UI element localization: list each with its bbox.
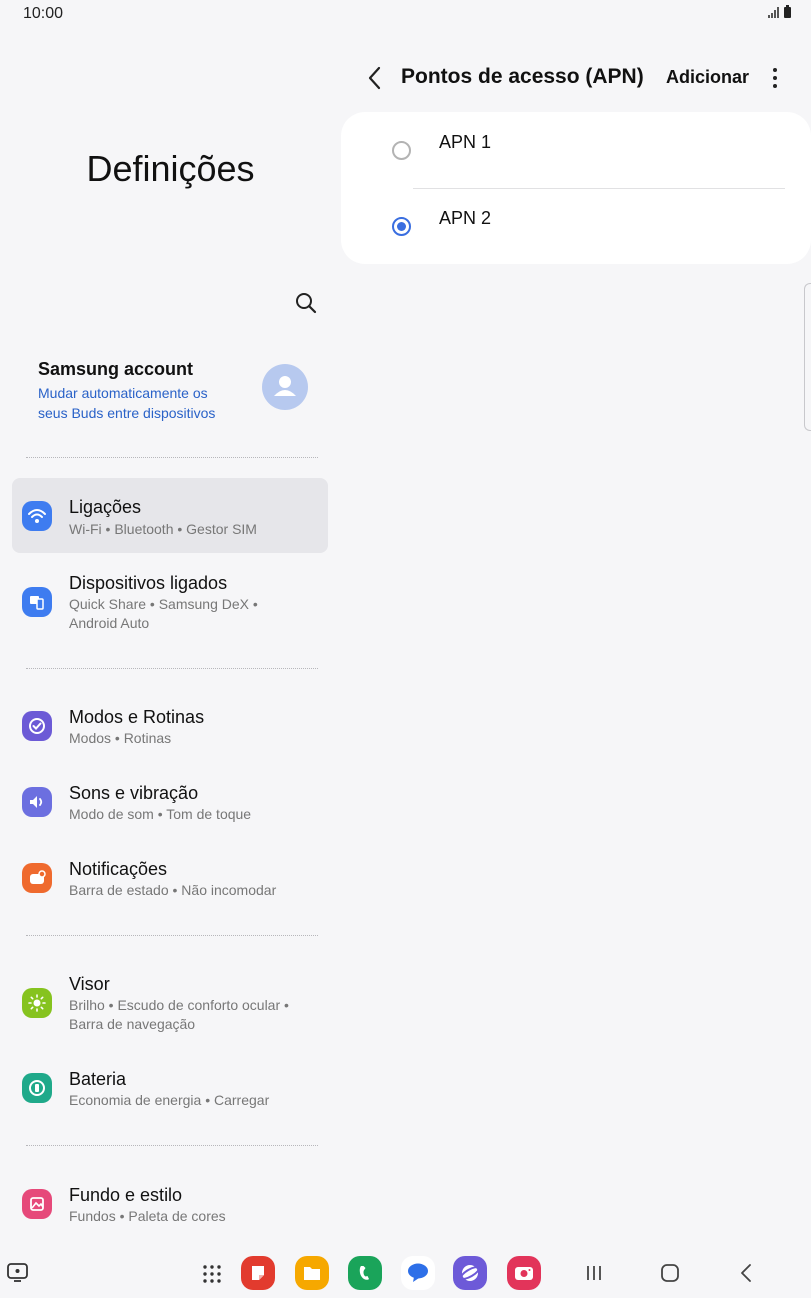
status-icons	[768, 5, 791, 18]
divider	[26, 935, 318, 936]
screen-shortcut-icon	[7, 1263, 28, 1282]
files-app-icon[interactable]	[295, 1256, 329, 1290]
sun-icon	[22, 988, 52, 1018]
divider	[26, 1145, 318, 1146]
menu-item-modos-rotinas[interactable]: Modos e Rotinas Modos • Rotinas	[12, 696, 328, 760]
speaker-icon	[22, 787, 52, 817]
wallpaper-icon	[22, 1189, 52, 1219]
apn-radio-selected[interactable]	[392, 217, 411, 236]
search-icon	[296, 293, 317, 314]
menu-item-subtitle: Modo de som • Tom de toque	[69, 806, 252, 822]
home-icon	[661, 1264, 679, 1282]
menu-item-title: Ligações	[69, 497, 142, 517]
menu-item-title: Notificações	[69, 859, 168, 879]
divider	[26, 668, 318, 669]
search-button[interactable]	[292, 290, 320, 318]
menu-item-ligacoes[interactable]: Ligações Wi-Fi • Bluetooth • Gestor SIM	[12, 478, 328, 553]
home-button[interactable]	[658, 1262, 682, 1289]
signal-icon	[768, 6, 779, 18]
modes-routines-icon	[22, 711, 52, 741]
recents-button[interactable]	[582, 1262, 606, 1289]
menu-item-dispositivos-ligados[interactable]: Dispositivos ligados Quick Share • Samsu…	[12, 562, 328, 646]
internet-app-icon[interactable]	[453, 1256, 487, 1290]
status-bar: 10:00	[0, 0, 811, 28]
menu-item-title: Sons e vibração	[69, 783, 199, 803]
recents-icon	[587, 1266, 601, 1280]
menu-item-title: Bateria	[69, 1069, 127, 1089]
samsung-account-item[interactable]: Samsung account Mudar automaticamente os…	[12, 350, 328, 430]
menu-item-subtitle: Wi-Fi • Bluetooth • Gestor SIM	[69, 521, 257, 537]
connected-devices-icon	[22, 587, 52, 617]
back-icon	[741, 1264, 751, 1282]
camera-app-icon[interactable]	[507, 1256, 541, 1290]
menu-item-bateria[interactable]: Bateria Economia de energia • Carregar	[12, 1058, 328, 1122]
add-button[interactable]: Adicionar	[666, 67, 749, 88]
menu-item-subtitle: Quick Share • Samsung DeX • Android Auto	[69, 596, 258, 631]
apn-label: APN 1	[439, 132, 492, 152]
menu-item-notificacoes[interactable]: Notificações Barra de estado • Não incom…	[12, 848, 328, 912]
menu-item-subtitle: Brilho • Escudo de conforto ocular • Bar…	[69, 997, 289, 1032]
wifi-icon	[22, 501, 52, 531]
menu-item-subtitle: Modos • Rotinas	[69, 730, 172, 746]
apn-label: APN 2	[439, 208, 492, 228]
app-drawer-icon[interactable]	[200, 1262, 224, 1291]
notification-icon	[22, 863, 52, 893]
settings-title: Definições	[86, 148, 255, 189]
battery-status-icon	[784, 5, 791, 18]
person-icon	[274, 376, 296, 396]
back-button[interactable]	[360, 62, 390, 94]
account-subtitle: Mudar automaticamente os seus Buds entre…	[38, 385, 216, 421]
taskbar	[0, 1248, 811, 1298]
nav-back-button[interactable]	[735, 1262, 759, 1289]
status-time: 10:00	[23, 5, 64, 22]
battery-icon	[22, 1073, 52, 1103]
apn-radio-unselected[interactable]	[392, 141, 411, 160]
chevron-left-icon	[368, 66, 381, 90]
menu-item-title: Fundo e estilo	[69, 1185, 183, 1205]
divider	[413, 188, 785, 189]
apn-item[interactable]: APN 2	[341, 192, 811, 262]
menu-item-fundo-estilo[interactable]: Fundo e estilo Fundos • Paleta de cores	[12, 1174, 328, 1238]
avatar	[262, 364, 308, 410]
menu-item-sons-vibracao[interactable]: Sons e vibração Modo de som • Tom de toq…	[12, 772, 328, 836]
account-name: Samsung account	[38, 359, 194, 379]
menu-item-subtitle: Economia de energia • Carregar	[69, 1092, 270, 1108]
menu-item-subtitle: Fundos • Paleta de cores	[69, 1208, 226, 1224]
phone-app-icon[interactable]	[348, 1256, 382, 1290]
pane-resize-handle[interactable]	[804, 283, 811, 431]
more-options-icon[interactable]	[764, 64, 786, 94]
divider	[26, 457, 318, 458]
menu-item-title: Dispositivos ligados	[69, 573, 228, 593]
page-title: Pontos de acesso (APN)	[401, 65, 644, 88]
menu-item-title: Modos e Rotinas	[69, 707, 205, 727]
recent-app-shortcut[interactable]	[6, 1262, 30, 1289]
menu-item-title: Visor	[69, 974, 110, 994]
menu-item-subtitle: Barra de estado • Não incomodar	[69, 882, 277, 898]
apn-list: APN 1 APN 2	[341, 112, 811, 264]
messages-app-icon[interactable]	[401, 1256, 435, 1290]
apn-item[interactable]: APN 1	[341, 116, 811, 186]
notes-app-icon[interactable]	[241, 1256, 275, 1290]
menu-item-visor[interactable]: Visor Brilho • Escudo de conforto ocular…	[12, 963, 328, 1047]
